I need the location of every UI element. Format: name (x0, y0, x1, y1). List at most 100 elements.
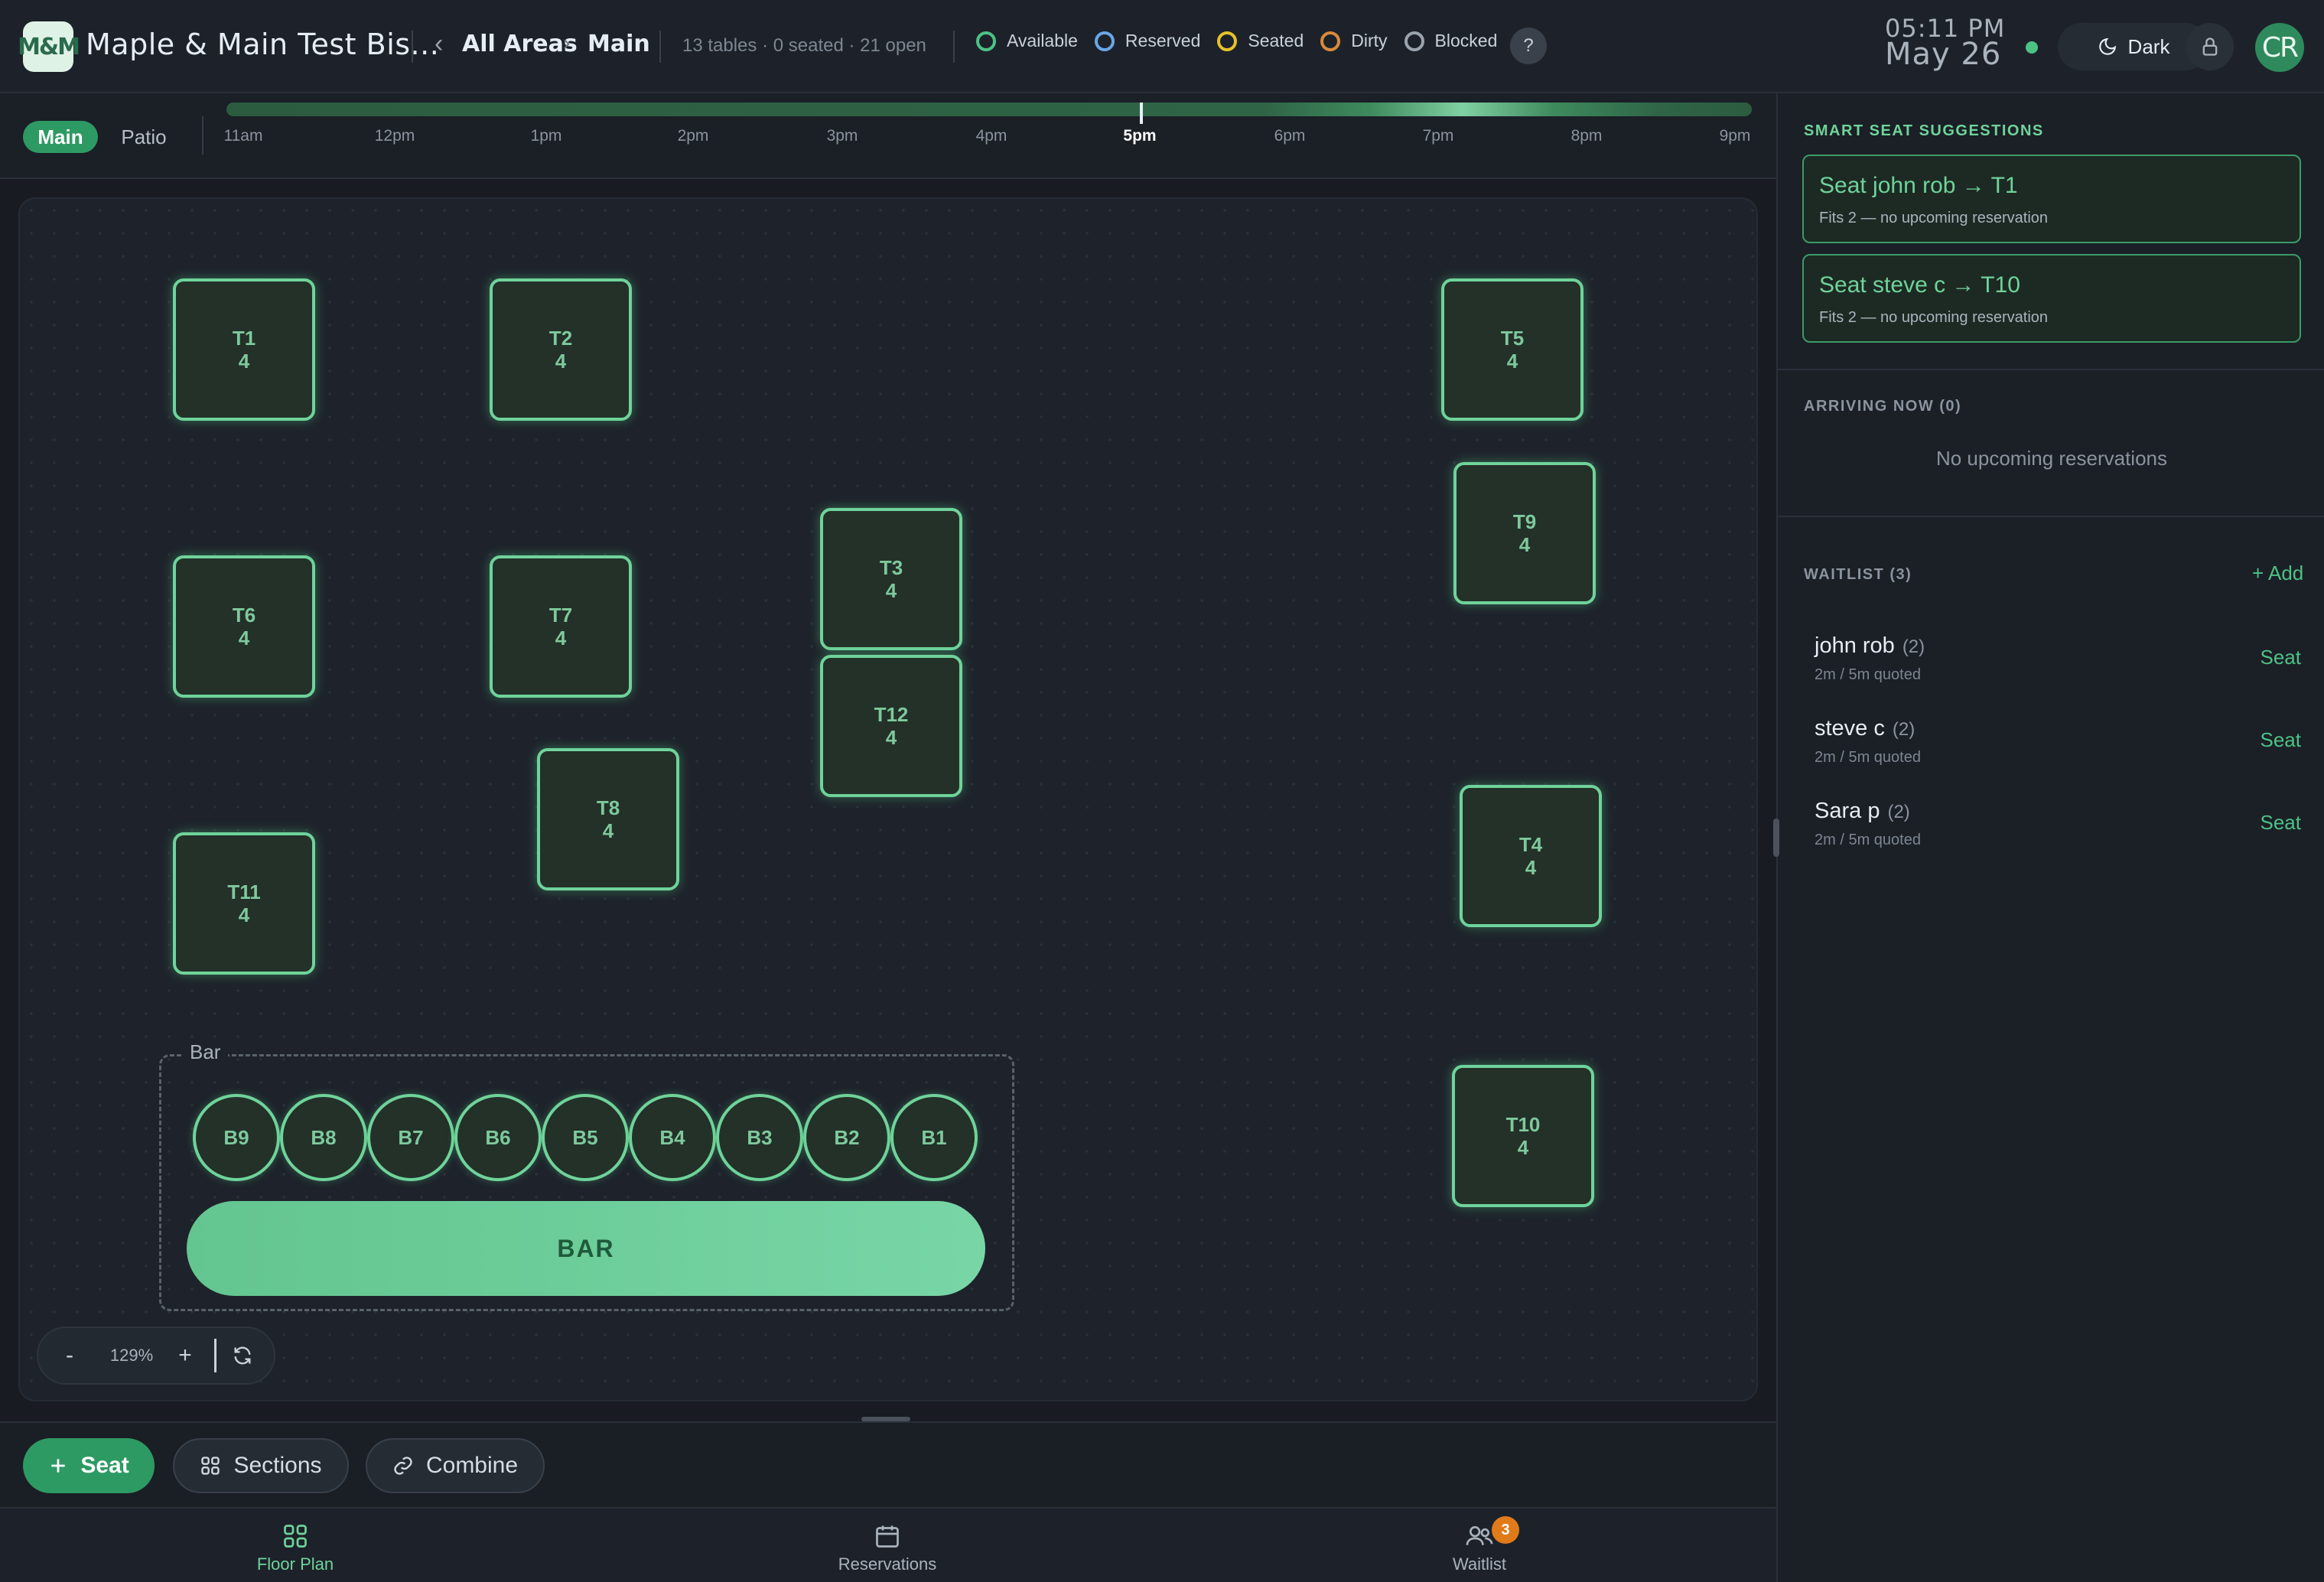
wait-time: 2m / 5m quoted (1815, 832, 1921, 848)
table-capacity: 4 (238, 627, 250, 649)
table-capacity: 4 (885, 726, 897, 749)
guest-name: john rob (1815, 633, 1895, 658)
timeline-hour[interactable]: 2pm (678, 127, 709, 145)
timeline-track[interactable] (226, 103, 1752, 116)
table-name: T4 (1518, 833, 1543, 856)
bar-seat-b1[interactable]: B1 (890, 1094, 978, 1181)
nav-waitlist[interactable]: 3 Waitlist (1388, 1516, 1571, 1574)
user-avatar[interactable]: CR (2255, 23, 2304, 72)
sections-button[interactable]: Sections (173, 1438, 349, 1493)
breadcrumb-all-areas[interactable]: All Areas (462, 31, 578, 57)
legend-reserved: Reserved (1094, 31, 1200, 51)
table-t10[interactable]: T10 4 (1452, 1065, 1594, 1207)
seat-button[interactable]: Seat (23, 1438, 155, 1493)
timeline-now-marker[interactable] (1140, 103, 1143, 124)
table-t5[interactable]: T5 4 (1441, 278, 1584, 421)
grid-icon (201, 1457, 220, 1475)
timeline-hour[interactable]: 7pm (1423, 127, 1454, 145)
seat-guest-button[interactable]: Seat (2261, 811, 2302, 835)
arriving-now-title: ARRIVING NOW (0) (1804, 398, 1962, 415)
table-name: T11 (227, 881, 261, 903)
panel-resize-handle[interactable] (1773, 819, 1779, 857)
waitlist-row[interactable]: john rob (2) 2m / 5m quoted Seat (1815, 633, 2304, 710)
status-ring-icon (1217, 31, 1238, 51)
back-chevron-icon[interactable]: ‹ (435, 29, 443, 59)
suggestion-subtitle: Fits 2 — no upcoming reservation (1819, 210, 2049, 226)
table-capacity: 4 (238, 350, 250, 373)
moon-icon (2098, 37, 2116, 55)
suggestion-card[interactable]: Seat steve c → T10 Fits 2 — no upcoming … (1802, 254, 2301, 343)
side-panel: SMART SEAT SUGGESTIONS Seat john rob → T… (1776, 93, 2324, 1582)
zoom-control: - 129% + (37, 1326, 275, 1385)
table-t8[interactable]: T8 4 (537, 748, 679, 890)
table-capacity: 4 (1525, 856, 1537, 879)
timeline-hour-current[interactable]: 5pm (1123, 127, 1156, 145)
venue-name[interactable]: Maple & Main Test Bis... (86, 28, 439, 61)
smart-seat-title: SMART SEAT SUGGESTIONS (1804, 122, 2044, 139)
theme-label: Dark (2127, 34, 2170, 58)
bar-seat-b7[interactable]: B7 (367, 1094, 454, 1181)
header-divider (659, 31, 661, 63)
bar-seat-b8[interactable]: B8 (280, 1094, 367, 1181)
table-t1[interactable]: T1 4 (173, 278, 315, 421)
table-capacity: 4 (555, 627, 567, 649)
timeline-hour[interactable]: 1pm (531, 127, 562, 145)
timeline-hour[interactable]: 4pm (976, 127, 1007, 145)
reset-view-icon[interactable] (232, 1345, 253, 1366)
table-t6[interactable]: T6 4 (173, 555, 315, 698)
table-capacity: 4 (885, 579, 897, 602)
bar-seat-b5[interactable]: B5 (542, 1094, 629, 1181)
floor-plan-icon (284, 1525, 307, 1548)
waitlist-row[interactable]: steve c (2) 2m / 5m quoted Seat (1815, 716, 2304, 793)
seat-guest-button[interactable]: Seat (2261, 728, 2302, 752)
floor-stats: 13 tables · 0 seated · 21 open (682, 35, 926, 56)
zoom-in-button[interactable]: + (162, 1343, 208, 1369)
lock-button[interactable] (2186, 23, 2234, 70)
nav-reservations[interactable]: Reservations (796, 1522, 979, 1574)
timeline-hour[interactable]: 3pm (827, 127, 858, 145)
zoom-level: 129% (109, 1346, 154, 1365)
bar-seat-b9[interactable]: B9 (193, 1094, 280, 1181)
lock-icon (2202, 37, 2218, 56)
table-name: T3 (879, 556, 903, 579)
table-name: T1 (232, 327, 256, 350)
legend-dirty: Dirty (1320, 31, 1388, 51)
table-t7[interactable]: T7 4 (490, 555, 632, 698)
suggestion-card[interactable]: Seat john rob → T1 Fits 2 — no upcoming … (1802, 155, 2301, 243)
panel-divider (1778, 516, 2324, 517)
table-name: T12 (874, 703, 909, 726)
status-ring-icon (1094, 31, 1115, 51)
users-icon (1466, 1525, 1493, 1545)
timeline-hour[interactable]: 12pm (375, 127, 415, 145)
combine-button[interactable]: Combine (366, 1438, 545, 1493)
legend-label: Blocked (1434, 31, 1498, 50)
zoom-out-button[interactable]: - (38, 1343, 101, 1369)
area-tab-patio[interactable]: Patio (115, 121, 173, 153)
plus-icon (51, 1459, 65, 1473)
area-tab-main[interactable]: Main (23, 121, 98, 153)
seat-guest-button[interactable]: Seat (2261, 646, 2302, 669)
nav-label: Waitlist (1452, 1554, 1507, 1574)
bar-counter: BAR (187, 1201, 985, 1296)
table-t9[interactable]: T9 4 (1453, 462, 1596, 604)
timeline-hour[interactable]: 9pm (1720, 127, 1751, 145)
timeline-hour[interactable]: 11am (224, 127, 263, 145)
bar-seat-b2[interactable]: B2 (803, 1094, 890, 1181)
table-t12[interactable]: T12 4 (820, 655, 962, 797)
nav-label: Reservations (838, 1554, 937, 1574)
timeline-hour[interactable]: 8pm (1571, 127, 1603, 145)
timeline-hour[interactable]: 6pm (1274, 127, 1306, 145)
combine-button-label: Combine (425, 1453, 519, 1478)
help-button[interactable]: ? (1510, 28, 1547, 64)
nav-floor-plan[interactable]: Floor Plan (203, 1522, 387, 1574)
table-t11[interactable]: T11 4 (173, 832, 315, 975)
add-waitlist-button[interactable]: + Add (2252, 562, 2303, 585)
table-t2[interactable]: T2 4 (490, 278, 632, 421)
table-t4[interactable]: T4 4 (1460, 785, 1602, 927)
status-legend: Available Reserved Seated Dirty Blocked (976, 31, 1514, 51)
bar-seat-b6[interactable]: B6 (454, 1094, 542, 1181)
table-t3[interactable]: T3 4 (820, 508, 962, 650)
bar-seat-b3[interactable]: B3 (716, 1094, 803, 1181)
waitlist-row[interactable]: Sara p (2) 2m / 5m quoted Seat (1815, 799, 2304, 875)
bar-seat-b4[interactable]: B4 (629, 1094, 716, 1181)
